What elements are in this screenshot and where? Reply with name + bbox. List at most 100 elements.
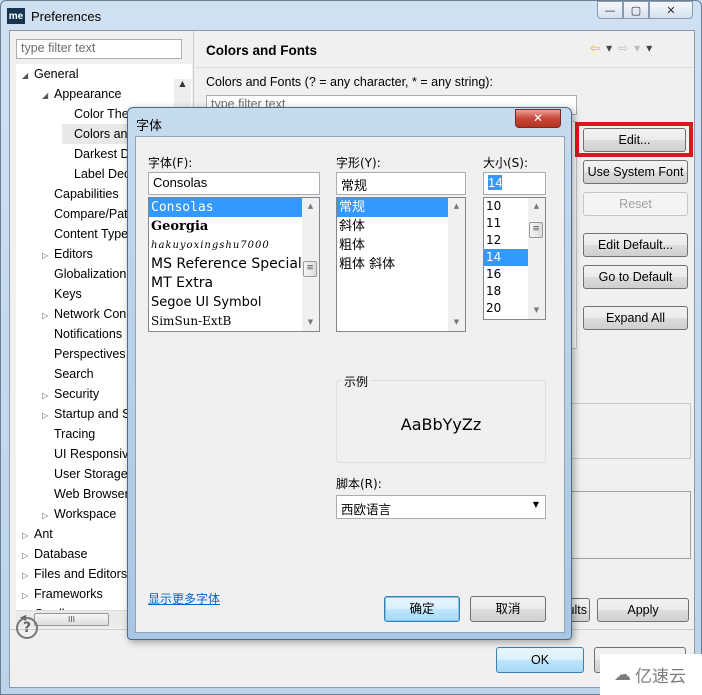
list-item[interactable]: 14	[484, 249, 529, 266]
font-dialog-close-button[interactable]: ✕	[515, 109, 561, 128]
view-menu-icon[interactable]: ▾	[646, 41, 652, 55]
font-list-scrollbar[interactable]: ▲ ≡ ▼	[302, 198, 319, 331]
font-dialog-client: 字体(F): Consolas Consolas Georgia hakuyoxin…	[135, 136, 565, 633]
tree-item[interactable]: ▷ Ant	[22, 524, 53, 544]
tree-item[interactable]: ▷ Frameworks	[22, 584, 103, 604]
collapsed-twisty-icon[interactable]: ▷	[42, 246, 54, 266]
tree-item[interactable]: ▷ Workspace	[42, 504, 116, 524]
collapsed-twisty-icon[interactable]: ▷	[42, 386, 54, 406]
scroll-down-icon[interactable]: ▼	[528, 302, 545, 319]
collapsed-twisty-icon[interactable]: ▷	[22, 526, 34, 546]
tree-item[interactable]: Globalization	[42, 264, 126, 284]
style-list-scrollbar[interactable]: ▲ ▼	[448, 198, 465, 331]
list-item[interactable]: Segoe UI Symbol	[149, 293, 304, 312]
size-label: 大小(S):	[483, 156, 529, 170]
tree-item[interactable]: ▷ Files and Editors	[22, 564, 127, 584]
sample-text: AaBbYyZz	[400, 415, 482, 434]
watermark-text: 亿速云	[635, 667, 686, 687]
list-item[interactable]: Consolas	[149, 198, 304, 217]
go-to-default-button[interactable]: Go to Default	[583, 265, 688, 289]
list-item[interactable]: SimSun-ExtB	[149, 312, 304, 331]
show-more-fonts-link[interactable]: 显示更多字体	[148, 590, 220, 607]
script-label: 脚本(R):	[336, 477, 382, 491]
list-item[interactable]: 粗体 斜体	[337, 255, 449, 274]
help-icon[interactable]: ?	[16, 617, 38, 639]
scroll-down-icon[interactable]: ▼	[302, 314, 319, 331]
list-item[interactable]: MT Extra	[149, 274, 304, 293]
list-item[interactable]: 11	[484, 215, 529, 232]
collapsed-twisty-icon[interactable]: ▷	[42, 306, 54, 326]
list-item[interactable]: Georgia	[149, 217, 304, 236]
tree-item[interactable]: Search	[42, 364, 94, 384]
back-arrow-icon[interactable]: ⇦	[590, 41, 600, 55]
reset-button[interactable]: Reset	[583, 192, 688, 216]
list-item[interactable]: 常规	[337, 198, 449, 217]
size-list-scrollbar[interactable]: ▲ ≡ ▼	[528, 198, 545, 319]
edit-button[interactable]: Edit...	[583, 128, 686, 152]
minimize-button[interactable]: —	[597, 1, 623, 19]
tree-item[interactable]: Notifications	[42, 324, 122, 344]
tree-filter-input[interactable]: type filter text	[16, 39, 182, 59]
ok-button[interactable]: OK	[496, 647, 584, 673]
close-button[interactable]: ✕	[649, 1, 693, 19]
scroll-down-icon[interactable]: ▼	[448, 314, 465, 331]
expand-all-button[interactable]: Expand All	[583, 306, 688, 330]
script-select[interactable]: 西欧语言 ▼	[336, 495, 546, 519]
font-dialog-ok-button[interactable]: 确定	[384, 596, 460, 622]
font-name-input[interactable]: Consolas	[148, 172, 320, 195]
collapsed-twisty-icon[interactable]: ▷	[22, 566, 34, 586]
tree-item-label: Perspectives	[54, 347, 126, 361]
tree-item-label: Security	[54, 387, 100, 401]
tree-item[interactable]: ▷ Security	[42, 384, 99, 404]
font-style-input[interactable]: 常规	[336, 172, 466, 195]
collapsed-twisty-icon[interactable]: ▷	[42, 506, 54, 526]
tree-item[interactable]: Content Types	[42, 224, 134, 244]
scrollbar-thumb[interactable]: III	[34, 613, 109, 626]
tree-item[interactable]: Tracing	[42, 424, 95, 444]
list-item[interactable]: hakuyoxingshu7000	[149, 236, 304, 255]
caption-buttons: — ▢ ✕	[597, 1, 693, 19]
script-value: 西欧语言	[341, 502, 392, 517]
collapsed-twisty-icon[interactable]: ▷	[42, 406, 54, 426]
font-size-input[interactable]: 14	[483, 172, 546, 195]
list-item[interactable]: 18	[484, 283, 529, 300]
list-item[interactable]: 斜体	[337, 217, 449, 236]
font-size-list[interactable]: 10 11 12 14 16 18 20 ▲ ≡ ▼	[483, 197, 546, 320]
list-item[interactable]: 12	[484, 232, 529, 249]
edit-default-button[interactable]: Edit Default...	[583, 233, 688, 257]
font-style-list[interactable]: 常规 斜体 粗体 粗体 斜体 ▲ ▼	[336, 197, 466, 332]
list-item[interactable]: 10	[484, 198, 529, 215]
tree-item[interactable]: Perspectives	[42, 344, 126, 364]
tree-item[interactable]: ◢ Appearance	[42, 84, 121, 104]
page-title: Colors and Fonts	[206, 43, 317, 58]
list-item[interactable]: 粗体	[337, 236, 449, 255]
maximize-button[interactable]: ▢	[623, 1, 649, 19]
scrollbar-thumb[interactable]: ≡	[303, 261, 317, 277]
expanded-twisty-icon[interactable]: ◢	[42, 86, 54, 106]
list-item[interactable]: 16	[484, 266, 529, 283]
description-box	[570, 403, 691, 459]
list-item[interactable]: 20	[484, 300, 529, 317]
scroll-up-icon[interactable]: ▲	[174, 79, 191, 88]
tree-item[interactable]: Web Browser	[42, 484, 129, 504]
back-menu-icon[interactable]: ▾	[606, 41, 612, 55]
apply-button[interactable]: Apply	[597, 598, 689, 622]
use-system-font-button[interactable]: Use System Font	[583, 160, 688, 184]
tree-item[interactable]: Capabilities	[42, 184, 119, 204]
tree-item[interactable]: Keys	[42, 284, 82, 304]
scroll-up-icon[interactable]: ▲	[528, 198, 545, 215]
scrollbar-thumb[interactable]: ≡	[529, 222, 543, 238]
tree-item[interactable]: ▷ Editors	[42, 244, 93, 264]
forward-arrow-icon[interactable]: ⇨	[618, 41, 628, 55]
list-item[interactable]: MS Reference Specialty	[149, 255, 316, 274]
tree-item[interactable]: ◢ General	[22, 64, 78, 84]
font-dialog-cancel-button[interactable]: 取消	[470, 596, 546, 622]
scroll-up-icon[interactable]: ▲	[448, 198, 465, 215]
collapsed-twisty-icon[interactable]: ▷	[22, 546, 34, 566]
scroll-up-icon[interactable]: ▲	[302, 198, 319, 215]
tree-item[interactable]: ▷ Database	[22, 544, 88, 564]
font-list[interactable]: Consolas Georgia hakuyoxingshu7000 MS Refer…	[148, 197, 320, 332]
collapsed-twisty-icon[interactable]: ▷	[22, 586, 34, 606]
expanded-twisty-icon[interactable]: ◢	[22, 66, 34, 86]
forward-menu-icon[interactable]: ▾	[634, 41, 640, 55]
